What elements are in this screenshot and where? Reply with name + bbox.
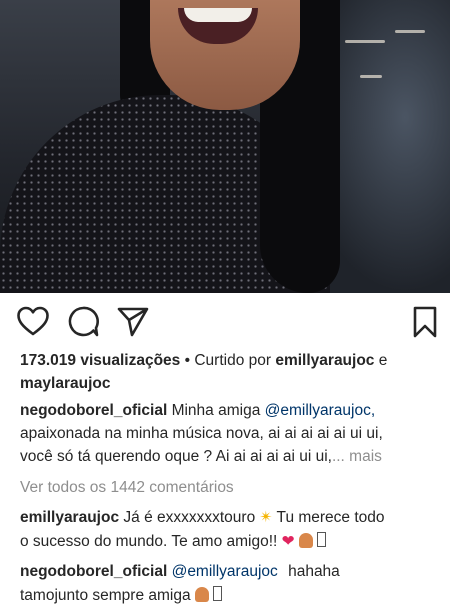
- liked-by-user[interactable]: maylaraujoc: [20, 375, 110, 392]
- views-likes-line: 173.019 visualizações • Curtido por emil…: [20, 349, 436, 372]
- bookmark-icon[interactable]: [408, 305, 442, 339]
- city-light: [395, 30, 425, 33]
- liked-by-prefix: • Curtido por: [184, 352, 272, 369]
- caption-text: você só tá querendo oque ? Ai ai ai ai a…: [20, 448, 332, 465]
- views-likes-line-2: maylaraujoc: [20, 372, 436, 395]
- liked-by-and: e: [378, 352, 388, 369]
- action-bar: [0, 305, 450, 341]
- comment-username[interactable]: emillyaraujoc: [20, 509, 119, 526]
- comment-text: Tu merece todo: [276, 509, 385, 526]
- comment-text: o sucesso do mundo. Te amo amigo!!: [20, 533, 278, 550]
- caption-text: apaixonada na minha música nova, ai ai a…: [20, 425, 383, 442]
- comment-1-line-1: emillyaraujoc Já é exxxxxxxtouro ✴ Tu me…: [20, 506, 436, 529]
- unknown-glyph-icon: [317, 532, 327, 547]
- caption-text: Minha amiga: [171, 402, 261, 419]
- view-all-comments-link[interactable]: Ver todos os 1442 comentários: [20, 476, 436, 499]
- comment-2-line-2: tamojunto sempre amiga: [20, 584, 436, 607]
- comment-text: Já é exxxxxxxtouro: [123, 509, 256, 526]
- city-light: [345, 40, 385, 43]
- liked-by-user[interactable]: emillyaraujoc: [275, 352, 374, 369]
- comment-1-line-2: o sucesso do mundo. Te amo amigo!! ❤: [20, 530, 436, 553]
- comment-2-line-1: negodoborel_oficial @emillyaraujoc hahah…: [20, 560, 436, 583]
- teeth: [184, 8, 252, 22]
- comment-username[interactable]: negodoborel_oficial: [20, 563, 167, 580]
- caption-line-1: negodoborel_oficial Minha amiga @emillya…: [20, 399, 436, 422]
- comment-text: hahaha: [288, 563, 340, 580]
- post-video[interactable]: [0, 0, 450, 293]
- comment-text: tamojunto sempre amiga: [20, 587, 191, 604]
- comment-bubble-icon[interactable]: [66, 305, 100, 339]
- city-light: [360, 75, 382, 78]
- sparkle-emoji-icon: ✴: [259, 509, 273, 526]
- caption-mention[interactable]: @emillyaraujoc,: [265, 402, 376, 419]
- caption-more-link[interactable]: ... mais: [332, 448, 382, 465]
- views-count[interactable]: 173.019 visualizações: [20, 352, 180, 369]
- people-emoji-icon: [298, 533, 313, 548]
- comment-mention[interactable]: @emillyaraujoc: [172, 563, 278, 580]
- unknown-glyph-icon: [213, 586, 223, 601]
- caption-line-3: você só tá querendo oque ? Ai ai ai ai a…: [20, 445, 436, 468]
- caption-line-2: apaixonada na minha música nova, ai ai a…: [20, 422, 436, 445]
- paper-plane-icon[interactable]: [116, 305, 150, 339]
- red-heart-emoji-icon: ❤: [281, 533, 295, 550]
- caption-username[interactable]: negodoborel_oficial: [20, 402, 167, 419]
- heart-outline-icon[interactable]: [16, 305, 50, 339]
